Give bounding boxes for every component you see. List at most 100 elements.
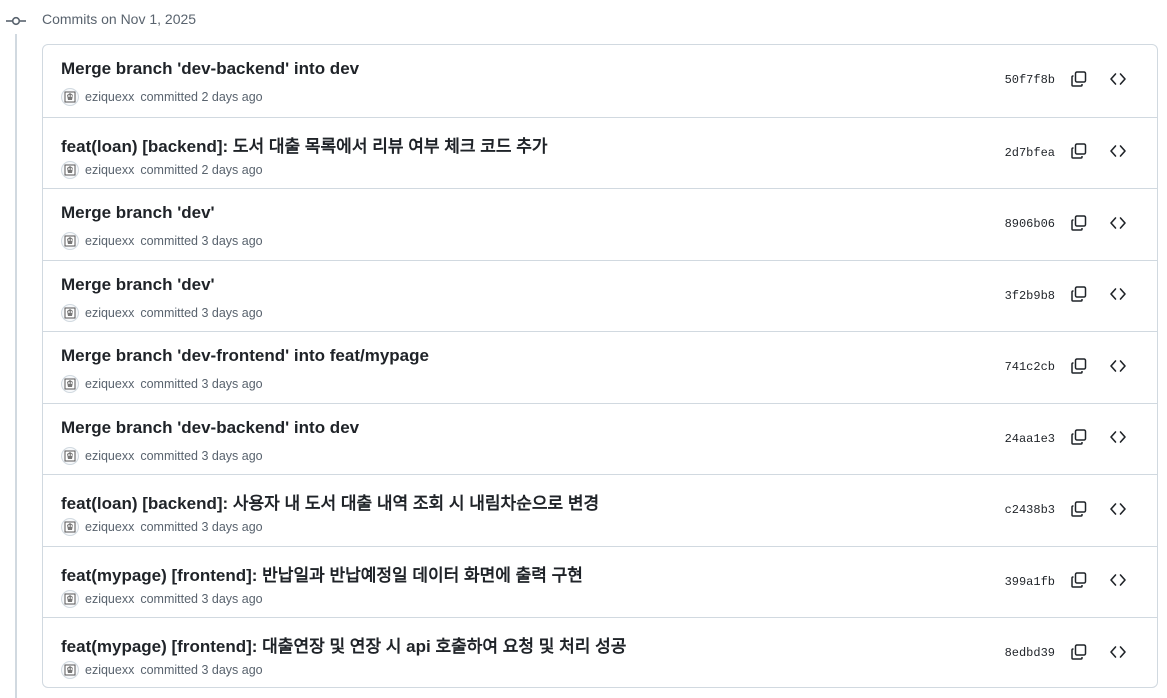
- commit-author[interactable]: eziquexx: [85, 592, 134, 606]
- author-avatar[interactable]: [61, 375, 79, 393]
- commit-title-link[interactable]: Merge branch 'dev': [61, 203, 215, 223]
- code-icon: [1109, 500, 1127, 523]
- copy-sha-button[interactable]: [1067, 142, 1091, 166]
- commit-author[interactable]: eziquexx: [85, 663, 134, 677]
- commit-author[interactable]: eziquexx: [85, 449, 134, 463]
- commit-title-link[interactable]: Merge branch 'dev-backend' into dev: [61, 59, 359, 79]
- commit-sha-link[interactable]: 8906b06: [1005, 217, 1055, 231]
- copy-sha-button[interactable]: [1067, 499, 1091, 523]
- copy-sha-button[interactable]: [1067, 571, 1091, 595]
- copy-sha-button[interactable]: [1067, 69, 1091, 93]
- browse-repo-button[interactable]: [1106, 69, 1130, 93]
- commit-sha-link[interactable]: 8edbd39: [1005, 646, 1055, 660]
- commit-time: committed 3 days ago: [140, 591, 263, 606]
- copy-sha-button[interactable]: [1067, 356, 1091, 380]
- copy-icon: [1070, 428, 1088, 451]
- copy-icon: [1070, 643, 1088, 666]
- commit-meta: eziquexx committed 3 days ago: [61, 232, 263, 250]
- browse-repo-button[interactable]: [1106, 571, 1130, 595]
- commit-time: committed 3 days ago: [140, 234, 263, 248]
- commit-sha-link[interactable]: 24aa1e3: [1005, 432, 1055, 446]
- code-icon: [1109, 357, 1127, 380]
- author-avatar[interactable]: [61, 88, 79, 106]
- commit-time: committed 3 days ago: [140, 663, 263, 677]
- copy-icon: [1070, 571, 1088, 594]
- commit-row: Merge branch 'dev-backend' into dev eziq…: [43, 402, 1157, 475]
- browse-repo-button[interactable]: [1106, 285, 1130, 309]
- browse-repo-button[interactable]: [1106, 499, 1130, 523]
- copy-sha-button[interactable]: [1067, 213, 1091, 237]
- commit-title-link[interactable]: Merge branch 'dev': [61, 275, 215, 295]
- commit-time: committed 3 days ago: [140, 305, 263, 320]
- code-icon: [1109, 643, 1127, 666]
- commit-title-link[interactable]: feat(mypage) [frontend]: 반납일과 반납예정일 데이터 …: [61, 561, 583, 586]
- commit-sha-link[interactable]: 3f2b9b8: [1005, 289, 1055, 303]
- commit-list: Merge branch 'dev-backend' into dev eziq…: [42, 44, 1158, 688]
- commit-author[interactable]: eziquexx: [85, 377, 134, 391]
- author-avatar[interactable]: [61, 232, 79, 250]
- browse-repo-button[interactable]: [1106, 428, 1130, 452]
- commit-meta: eziquexx committed 2 days ago: [61, 88, 263, 106]
- copy-icon: [1070, 70, 1088, 93]
- commit-time: committed 3 days ago: [140, 448, 263, 463]
- commit-group-header: Commits on Nov 1, 2025: [0, 0, 1167, 42]
- commit-meta: eziquexx committed 3 days ago: [61, 446, 263, 465]
- commit-sha-link[interactable]: 741c2cb: [1005, 360, 1055, 374]
- commit-author[interactable]: eziquexx: [85, 306, 134, 320]
- copy-icon: [1070, 142, 1088, 165]
- commit-row: feat(loan) [backend]: 도서 대출 목록에서 리뷰 여부 체…: [43, 116, 1157, 189]
- git-commit-icon: [6, 13, 26, 29]
- browse-repo-button[interactable]: [1106, 142, 1130, 166]
- code-icon: [1109, 214, 1127, 237]
- code-icon: [1109, 285, 1127, 308]
- copy-sha-button[interactable]: [1067, 428, 1091, 452]
- commit-sha-link[interactable]: c2438b3: [1005, 503, 1055, 517]
- commit-title-link[interactable]: Merge branch 'dev-backend' into dev: [61, 418, 359, 438]
- commit-sha-link[interactable]: 399a1fb: [1005, 575, 1055, 589]
- commit-time: committed 3 days ago: [140, 520, 263, 534]
- copy-sha-button[interactable]: [1067, 642, 1091, 666]
- commit-sha-link[interactable]: 50f7f8b: [1005, 73, 1055, 87]
- commit-title-link[interactable]: feat(loan) [backend]: 도서 대출 목록에서 리뷰 여부 체…: [61, 132, 547, 157]
- commit-group-title: Commits on Nov 1, 2025: [42, 11, 197, 27]
- commit-row: feat(loan) [backend]: 사용자 내 도서 대출 내역 조회 …: [43, 474, 1157, 546]
- commit-meta: eziquexx committed 3 days ago: [61, 375, 263, 393]
- author-avatar[interactable]: [61, 589, 79, 608]
- commit-time: committed 3 days ago: [140, 377, 263, 391]
- commit-row: Merge branch 'dev' eziquexx committed 3 …: [43, 188, 1157, 260]
- commit-author[interactable]: eziquexx: [85, 520, 134, 534]
- commit-meta: eziquexx committed 3 days ago: [61, 303, 263, 322]
- commit-title-link[interactable]: feat(mypage) [frontend]: 대출연장 및 연장 시 api…: [61, 632, 626, 657]
- commit-author[interactable]: eziquexx: [85, 234, 134, 248]
- author-avatar[interactable]: [61, 160, 79, 179]
- code-icon: [1109, 70, 1127, 93]
- commit-row: Merge branch 'dev-frontend' into feat/my…: [43, 331, 1157, 403]
- commit-author[interactable]: eziquexx: [85, 90, 134, 104]
- browse-repo-button[interactable]: [1106, 356, 1130, 380]
- author-avatar[interactable]: [61, 303, 79, 322]
- commit-row: feat(mypage) [frontend]: 대출연장 및 연장 시 api…: [43, 617, 1157, 687]
- browse-repo-button[interactable]: [1106, 642, 1130, 666]
- commit-meta: eziquexx committed 2 days ago: [61, 160, 263, 179]
- commit-author[interactable]: eziquexx: [85, 163, 134, 177]
- commit-row: Merge branch 'dev-backend' into dev eziq…: [43, 45, 1157, 117]
- copy-icon: [1070, 357, 1088, 380]
- commit-row: Merge branch 'dev' eziquexx committed 3 …: [43, 259, 1157, 332]
- copy-icon: [1070, 285, 1088, 308]
- commit-row: feat(mypage) [frontend]: 반납일과 반납예정일 데이터 …: [43, 545, 1157, 618]
- commit-title-link[interactable]: feat(loan) [backend]: 사용자 내 도서 대출 내역 조회 …: [61, 489, 599, 514]
- author-avatar[interactable]: [61, 661, 79, 679]
- commit-meta: eziquexx committed 3 days ago: [61, 589, 263, 608]
- commit-time: committed 2 days ago: [140, 162, 263, 177]
- commit-title-link[interactable]: Merge branch 'dev-frontend' into feat/my…: [61, 346, 429, 366]
- commit-meta: eziquexx committed 3 days ago: [61, 661, 263, 679]
- browse-repo-button[interactable]: [1106, 213, 1130, 237]
- commit-sha-link[interactable]: 2d7bfea: [1005, 146, 1055, 160]
- commit-meta: eziquexx committed 3 days ago: [61, 518, 263, 536]
- author-avatar[interactable]: [61, 518, 79, 536]
- copy-sha-button[interactable]: [1067, 285, 1091, 309]
- timeline-line: [15, 34, 17, 698]
- code-icon: [1109, 428, 1127, 451]
- code-icon: [1109, 142, 1127, 165]
- author-avatar[interactable]: [61, 446, 79, 465]
